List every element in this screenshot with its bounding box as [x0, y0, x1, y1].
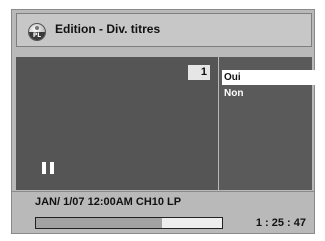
playback-progress-fill — [36, 218, 163, 228]
recording-info: JAN/ 1/07 12:00AM CH10 LP — [35, 196, 182, 208]
pl-disc-icon: PL — [28, 23, 46, 41]
dialog-title: Edition - Div. titres — [55, 22, 161, 36]
options-menu: Oui Non — [219, 57, 320, 190]
pause-icon — [42, 162, 54, 174]
dialog-header: PL Edition - Div. titres — [16, 13, 312, 47]
divider — [12, 191, 314, 192]
option-oui[interactable]: Oui — [222, 70, 320, 85]
playback-progress-bar — [35, 217, 223, 229]
pl-badge: PL — [29, 32, 45, 40]
title-number-badge: 1 — [188, 65, 210, 80]
video-preview: 1 — [16, 57, 218, 190]
title-split-dialog: PL Edition - Div. titres 1 Oui Non JAN/ … — [11, 9, 320, 234]
playback-time: 1 : 25 : 47 — [255, 217, 306, 229]
option-non[interactable]: Non — [222, 86, 320, 101]
disc-hole — [35, 26, 39, 30]
